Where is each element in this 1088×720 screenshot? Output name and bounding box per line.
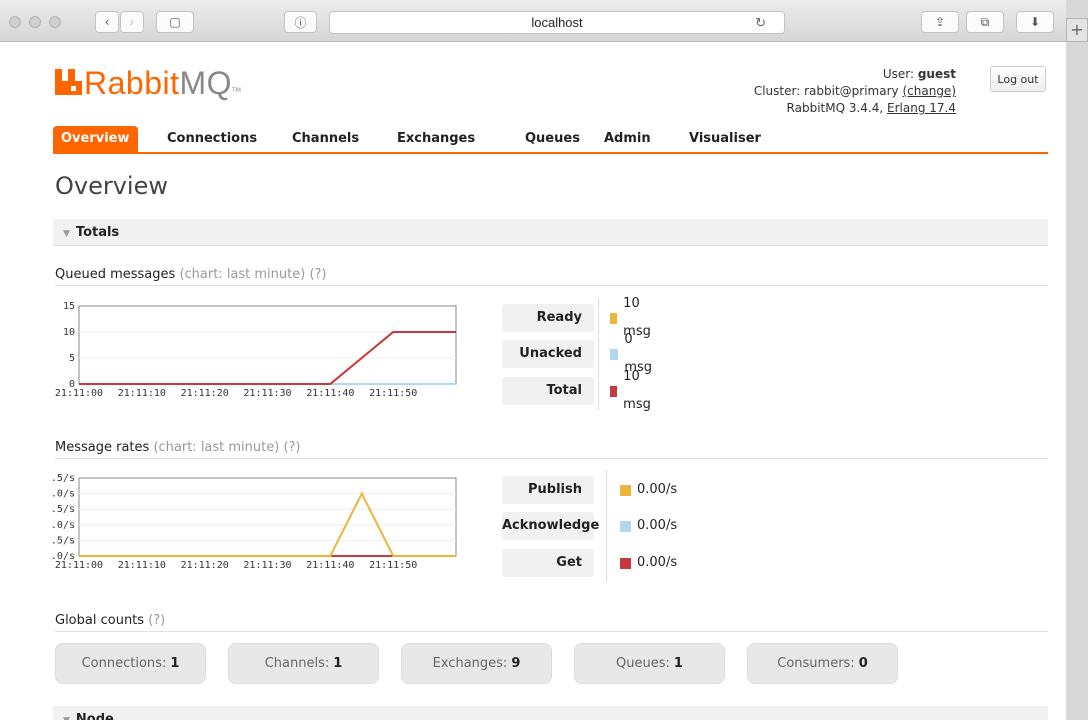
legend-label-unacked: Unacked (502, 340, 594, 368)
acknowledge-swatch (620, 520, 631, 532)
x-tick-label: 21:11:00 (55, 560, 103, 571)
download-icon: ⬇ (1029, 15, 1041, 29)
rates-chart-hint[interactable]: (chart: last minute) (?) (153, 440, 300, 455)
connections-count-button[interactable]: Connections: 1 (55, 643, 206, 684)
user-name: guest (917, 67, 956, 81)
collapse-triangle-icon: ▼ (63, 716, 70, 720)
channels-count-button[interactable]: Channels: 1 (228, 643, 379, 684)
tab-overview[interactable]: Overview (53, 126, 138, 152)
x-tick-label: 21:11:40 (306, 388, 354, 399)
show-tabs-button[interactable]: ⧉ (966, 11, 1004, 33)
message-rates-chart: 0.0/s0.5/s1.0/s1.5/s2.0/s2.5/s21:11:0021… (53, 473, 457, 571)
x-tick-label: 21:11:20 (181, 560, 229, 571)
tab-queues[interactable]: Queues (517, 126, 588, 152)
y-tick-label: 2.5/s (53, 473, 75, 484)
rabbitmq-logo-icon (55, 69, 82, 95)
tab-admin[interactable]: Admin (596, 126, 659, 152)
share-icon: ⇪ (934, 15, 946, 29)
address-bar[interactable]: localhost ↻ (329, 11, 785, 34)
queued-messages-chart: 05101521:11:00 21:11:10 21:11:20 21:11:30 21… (55, 301, 457, 399)
queued-chart-hint[interactable]: (chart: last minute) (?) (179, 267, 326, 282)
x-tick-label: 21:11:20 (181, 388, 229, 399)
x-tick-label: 21:11:10 (118, 388, 166, 399)
tab-exchanges[interactable]: Exchanges (389, 126, 483, 152)
plot-area (78, 477, 457, 557)
node-section-header[interactable]: ▼Node (53, 706, 1048, 720)
site-info-button[interactable]: ⓘ (284, 11, 317, 33)
legend-label-total: Total (502, 377, 594, 405)
x-tick-label: 21:11:40 (306, 560, 354, 571)
share-button[interactable]: ⇪ (921, 11, 959, 33)
global-counts-heading: Global counts (?) (55, 613, 1048, 632)
tab-visualiser[interactable]: Visualiser (681, 126, 769, 152)
info-icon: ⓘ (294, 15, 307, 30)
x-tick-label: 21:11:50 (369, 560, 417, 571)
x-tick-label: 21:11:10 (118, 560, 166, 571)
legend-label-get: Get (502, 549, 594, 577)
consumers-count-button[interactable]: Consumers: 0 (747, 643, 898, 684)
y-tick-label: 10 (63, 327, 75, 338)
plus-icon: + (1070, 20, 1084, 39)
unacked-swatch (610, 348, 619, 360)
legend-value-acknowledge: 0.00/s (620, 512, 677, 540)
exchanges-count-button[interactable]: Exchanges: 9 (401, 643, 552, 684)
reload-icon[interactable]: ↻ (755, 15, 766, 31)
ready-swatch (610, 312, 618, 324)
totals-section-header[interactable]: ▼ Totals (53, 219, 1048, 246)
forward-icon: › (129, 15, 135, 29)
global-counts-hint[interactable]: (?) (148, 613, 165, 628)
page-title: Overview (55, 172, 168, 200)
legend-label-acknowledge: Acknowledge (502, 512, 599, 540)
queues-count-button[interactable]: Queues: 1 (574, 643, 725, 684)
total-swatch (610, 385, 618, 397)
legend-label-publish: Publish (502, 476, 594, 504)
logout-button[interactable]: Log out (990, 66, 1046, 92)
browser-toolbar: ‹ › ▢ ⓘ localhost ↻ ⇪ ⧉ ⬇ (0, 0, 1066, 42)
tab-channels[interactable]: Channels (284, 126, 367, 152)
y-tick-label: 1.5/s (53, 504, 75, 515)
tab-connections[interactable]: Connections (159, 126, 265, 152)
y-tick-label: 0.5/s (53, 535, 75, 546)
message-rates-heading: Message rates (chart: last minute) (?) (55, 440, 1048, 459)
x-tick-label: 21:11:30 (243, 560, 291, 571)
browser-window: ‹ › ▢ ⓘ localhost ↻ ⇪ ⧉ ⬇ RabbitMQ TM Us… (0, 0, 1066, 720)
new-tab-button[interactable]: + (1066, 18, 1088, 42)
downloads-button[interactable]: ⬇ (1016, 11, 1054, 33)
close-window-button[interactable] (9, 16, 21, 28)
user-info: User: guest Cluster: rabbit@primary (cha… (753, 67, 956, 115)
legend-value-publish: 0.00/s (620, 476, 677, 504)
zoom-window-button[interactable] (49, 16, 61, 28)
plot-area (78, 305, 457, 385)
global-counts: Connections: 1 Channels: 1 Exchanges: 9 Que… (55, 643, 898, 684)
legend-value-total: 10 msg (610, 369, 655, 412)
get-swatch (620, 557, 631, 569)
rabbitmq-logo[interactable]: RabbitMQ TM (55, 63, 241, 99)
forward-button[interactable]: › (120, 11, 144, 33)
main-nav: Overview Connections Channels Exchanges … (53, 126, 1048, 154)
sidebar-icon: ▢ (169, 15, 181, 29)
queued-messages-heading: Queued messages (chart: last minute) (?) (55, 267, 1048, 286)
logo-text: RabbitMQ (84, 65, 233, 101)
minimize-window-button[interactable] (29, 16, 41, 28)
x-tick-label: 21:11:30 (243, 388, 291, 399)
back-icon: ‹ (104, 15, 110, 29)
y-tick-label: 5 (69, 353, 75, 364)
collapse-triangle-icon: ▼ (63, 229, 70, 239)
legend-label-ready: Ready (502, 304, 594, 332)
x-tick-label: 21:11:00 (55, 388, 103, 399)
x-tick-label: 21:11:50 (369, 388, 417, 399)
cluster-name: rabbit@primary (804, 84, 899, 98)
sidebar-toggle-button[interactable]: ▢ (156, 11, 194, 33)
tabs-icon: ⧉ (980, 14, 990, 29)
legend-value-get: 0.00/s (620, 549, 677, 577)
back-button[interactable]: ‹ (95, 11, 119, 33)
publish-swatch (620, 484, 631, 496)
logo-trademark: TM (232, 87, 241, 94)
y-tick-label: 1.0/s (53, 520, 75, 531)
change-cluster-link[interactable]: (change) (902, 84, 956, 98)
y-tick-label: 2.0/s (53, 489, 75, 500)
erlang-version: Erlang 17.4 (887, 101, 956, 115)
url-text: localhost (531, 15, 583, 30)
y-tick-label: 15 (63, 301, 75, 312)
